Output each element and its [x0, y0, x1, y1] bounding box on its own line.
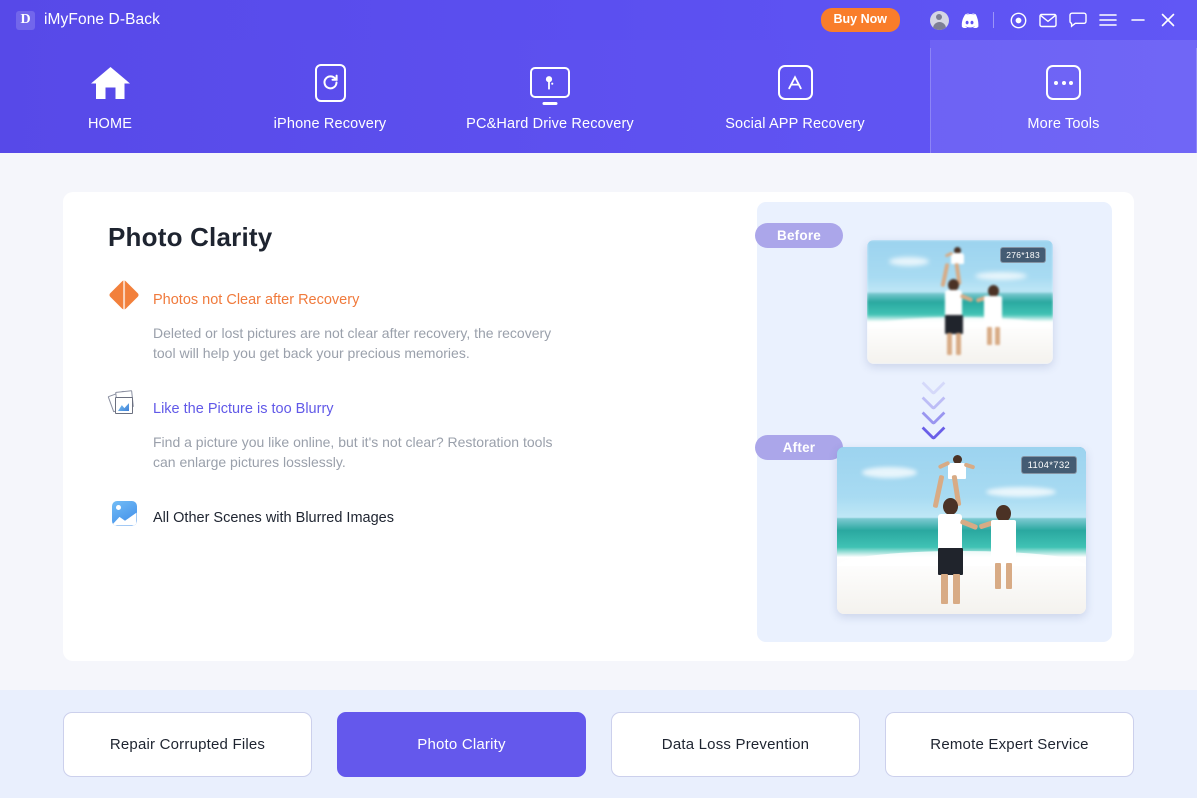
close-icon[interactable] [1153, 5, 1183, 35]
main-navigation: HOME iPhone Recovery PC&Hard Drive Recov… [0, 40, 1197, 153]
title-bar-separator [993, 12, 994, 28]
feature-title: All Other Scenes with Blurred Images [153, 510, 394, 526]
nav-item-iphone-recovery[interactable]: iPhone Recovery [220, 40, 440, 153]
after-badge: After [755, 435, 843, 460]
account-avatar-icon[interactable] [924, 5, 954, 35]
transform-arrows [921, 374, 949, 432]
discord-icon[interactable] [954, 5, 984, 35]
nav-label-more-tools: More Tools [1027, 115, 1100, 132]
title-bar: D iMyFone D-Back Buy Now [0, 0, 1197, 40]
main-content-card: Photo Clarity Photos not Clear after Rec… [63, 192, 1134, 798]
blue-image-icon [108, 497, 140, 529]
chevron-down-icon [921, 419, 949, 432]
home-icon [89, 62, 132, 104]
phone-refresh-icon [314, 62, 346, 104]
feature-title: Photos not Clear after Recovery [153, 292, 360, 308]
nav-item-pc-hard-drive-recovery[interactable]: PC&Hard Drive Recovery [440, 40, 660, 153]
chevron-down-icon [921, 374, 949, 387]
chat-icon[interactable] [1063, 5, 1093, 35]
chevron-down-icon [921, 389, 949, 402]
page-title: Photo Clarity [108, 222, 273, 252]
chevron-down-icon [921, 404, 949, 417]
nav-label-home: HOME [87, 115, 133, 132]
feature-item-photos-not-clear: Photos not Clear after Recovery [108, 279, 738, 316]
after-resolution-label: 1104*732 [1020, 456, 1077, 475]
hamburger-menu-icon[interactable] [1093, 5, 1123, 35]
app-title: iMyFone D-Back [44, 11, 160, 28]
feature-description: Deleted or lost pictures are not clear a… [153, 325, 552, 361]
app-store-icon [777, 62, 813, 104]
feature-list-pane: Photo Clarity Photos not Clear after Rec… [107, 222, 738, 541]
bottom-tab-data-loss-prevention[interactable]: Data Loss Prevention [611, 711, 860, 777]
nav-item-more-tools[interactable]: More Tools [930, 40, 1197, 153]
app-logo-icon: D [16, 10, 35, 30]
before-resolution-label: 276*183 [1000, 247, 1046, 264]
nav-label-iphone-recovery: iPhone Recovery [273, 115, 387, 132]
bottom-tab-remote-expert-service[interactable]: Remote Expert Service [885, 711, 1134, 777]
bottom-tab-photo-clarity[interactable]: Photo Clarity [337, 711, 586, 777]
brand: D iMyFone D-Back [16, 10, 160, 30]
target-icon[interactable] [1003, 5, 1033, 35]
nav-item-home[interactable]: HOME [0, 40, 220, 153]
ellipsis-icon [1046, 62, 1081, 104]
before-after-preview: Before 276*183 After 1104*732 [755, 202, 1112, 642]
bottom-tool-tabs: Repair Corrupted Files Photo Clarity Dat… [0, 690, 1197, 798]
photo-stack-icon [107, 388, 140, 420]
buy-now-button[interactable]: Buy Now [820, 8, 900, 32]
nav-label-pc-hard-drive-recovery: PC&Hard Drive Recovery [466, 115, 634, 132]
mail-icon[interactable] [1033, 5, 1063, 35]
feature-item-picture-too-blurry: Like the Picture is too Blurry [107, 390, 738, 425]
title-bar-controls: Buy Now [820, 5, 1197, 35]
before-badge: Before [755, 223, 843, 248]
feature-description: Find a picture you like online, but it's… [153, 434, 553, 470]
application-window: D iMyFone D-Back Buy Now HOME iPhone Rec… [0, 0, 1197, 798]
after-image: 1104*732 [837, 447, 1086, 614]
feature-title: Like the Picture is too Blurry [153, 401, 334, 417]
nav-item-social-app-recovery[interactable]: Social APP Recovery [660, 40, 930, 153]
bottom-tab-repair-corrupted-files[interactable]: Repair Corrupted Files [63, 711, 312, 777]
before-image: 276*183 [867, 240, 1053, 364]
monitor-key-icon [530, 62, 570, 104]
nav-label-social-app-recovery: Social APP Recovery [725, 115, 865, 132]
feature-item-all-other-scenes: All Other Scenes with Blurred Images [108, 500, 738, 534]
minimize-icon[interactable] [1123, 5, 1153, 35]
orange-diamond-icon [108, 279, 140, 311]
